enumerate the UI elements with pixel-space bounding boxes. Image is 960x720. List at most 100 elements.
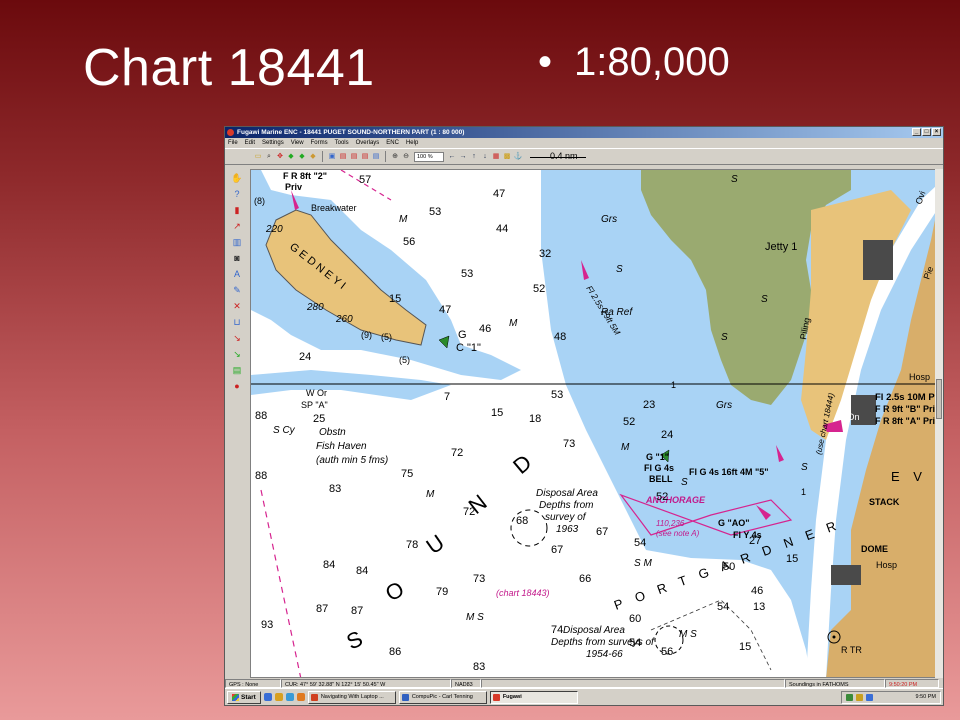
arrow-right-icon[interactable]: →: [458, 152, 468, 162]
window-titlebar[interactable]: Fugawi Marine ENC - 18441 PUGET SOUND-NO…: [225, 127, 943, 138]
menu-tools[interactable]: Tools: [335, 138, 349, 148]
colors-icon[interactable]: ●: [230, 379, 244, 393]
label-breakwater: Breakwater: [311, 203, 357, 213]
media-icon[interactable]: [296, 693, 305, 701]
zoom-in-icon[interactable]: ⊕: [390, 152, 400, 162]
depth-sounding: 73: [563, 438, 575, 450]
track-tool-icon[interactable]: ↘: [230, 347, 244, 361]
zoom-out-icon[interactable]: ⊖: [401, 152, 411, 162]
bullet-text: 1:80,000: [574, 40, 730, 84]
map-b-icon[interactable]: ▤: [349, 152, 359, 162]
label-disp1b: Depths from: [539, 500, 593, 511]
status-time: 9:50:20 PM: [885, 678, 939, 688]
node-icon[interactable]: ⊔: [230, 315, 244, 329]
chart-icon[interactable]: ▦: [491, 152, 501, 162]
label-g: G: [458, 329, 467, 341]
scroll-thumb[interactable]: [936, 379, 942, 419]
grid-icon[interactable]: ▩: [502, 152, 512, 162]
zoom-find-icon[interactable]: ⌕: [264, 152, 274, 162]
map-a-icon[interactable]: ▤: [338, 152, 348, 162]
depth-sounding: 50: [723, 561, 735, 573]
task-navigating[interactable]: Navigating With Laptop ...: [307, 690, 396, 704]
map-c-icon[interactable]: ▤: [360, 152, 370, 162]
map-d-icon[interactable]: ▤: [371, 152, 381, 162]
hand-pan-icon[interactable]: ✋: [230, 171, 244, 185]
depth-sounding: 75: [401, 468, 413, 480]
help-query-icon[interactable]: ?: [230, 187, 244, 201]
waypoint-icon[interactable]: ◆: [286, 152, 296, 162]
start-button[interactable]: Start: [227, 690, 261, 704]
arrow-left-icon[interactable]: ←: [447, 152, 457, 162]
pen-icon[interactable]: ✎: [230, 283, 244, 297]
text-tool-icon[interactable]: A: [230, 267, 244, 281]
depth-sounding: 72: [463, 506, 475, 518]
volume-icon[interactable]: [856, 694, 863, 701]
label-disp1: Disposal Area: [536, 488, 598, 499]
depth-sounding: 7: [444, 391, 450, 403]
menu-file[interactable]: File: [228, 138, 238, 148]
label-spa: SP "A": [301, 400, 328, 410]
label-hosp2: Hosp: [876, 560, 897, 570]
layer-tool-icon[interactable]: ▤: [230, 363, 244, 377]
move-icon[interactable]: ✥: [275, 152, 285, 162]
anchor-icon[interactable]: ⚓: [513, 152, 523, 162]
label-fr8ftB: F R 9ft "B" Priv: [875, 404, 936, 414]
zoom-select[interactable]: 100 %: [414, 151, 444, 162]
depth-sounding: 54: [629, 637, 641, 649]
task-compupic[interactable]: CompuPic - Carl Tenning: [398, 690, 487, 704]
label-oyao: G "AO": [718, 518, 750, 528]
label-s2: S: [616, 264, 623, 275]
mark-icon[interactable]: ▮: [230, 203, 244, 217]
label-flg4s: Fl G 4s 16ft 4M "5": [689, 467, 769, 477]
network-icon[interactable]: [846, 694, 853, 701]
measure-icon[interactable]: ▥: [230, 235, 244, 249]
fugawi-window: Fugawi Marine ENC - 18441 PUGET SOUND-NO…: [224, 126, 944, 706]
select-icon[interactable]: ✕: [230, 299, 244, 313]
task-fugawi[interactable]: Fugawi: [489, 690, 578, 704]
menu-forms[interactable]: Forms: [311, 138, 328, 148]
layers-icon[interactable]: ▣: [327, 152, 337, 162]
arrow-down-icon[interactable]: ↓: [480, 152, 490, 162]
label-m2: M: [509, 318, 518, 329]
depth-sounding: 53: [461, 268, 473, 280]
outlook-icon[interactable]: [274, 693, 283, 701]
minimize-button[interactable]: _: [912, 128, 921, 136]
label-g1bell1: G "1": [646, 452, 669, 462]
chart-svg: F R 8ft "2" Priv Breakwater 220 280 260 …: [251, 170, 936, 677]
arrow-up-icon[interactable]: ↑: [469, 152, 479, 162]
menu-enc[interactable]: ENC: [386, 138, 399, 148]
window-controls: _ □ ×: [912, 128, 941, 136]
menu-settings[interactable]: Settings: [262, 138, 284, 148]
menu-view[interactable]: View: [291, 138, 304, 148]
track-icon[interactable]: ◆: [308, 152, 318, 162]
clock[interactable]: 9:50 PM: [916, 694, 936, 700]
left-toolbar: ✋ ? ▮ ↗ ▥ ◙ A ✎ ✕ ⊔ ↘ ↘ ▤ ●: [226, 169, 248, 679]
depth-sounding: 52: [623, 416, 635, 428]
depth-sounding: 78: [406, 539, 418, 551]
menu-help[interactable]: Help: [406, 138, 418, 148]
desktop-icon[interactable]: [285, 693, 294, 701]
depth-sounding: 46: [751, 585, 763, 597]
island-small: [681, 224, 701, 236]
security-icon[interactable]: [866, 694, 873, 701]
route-tool-icon[interactable]: ↗: [230, 219, 244, 233]
depth-sounding: 47: [493, 188, 505, 200]
label-one: 1: [671, 380, 676, 390]
depth-sounding: 52: [533, 283, 545, 295]
route-icon[interactable]: ◆: [297, 152, 307, 162]
vertical-scrollbar[interactable]: [935, 169, 943, 678]
depth-sounding: 27: [749, 535, 761, 547]
menu-overlays[interactable]: Overlays: [356, 138, 380, 148]
nautical-chart[interactable]: F R 8ft "2" Priv Breakwater 220 280 260 …: [250, 169, 936, 678]
edit-route-icon[interactable]: ↘: [230, 331, 244, 345]
close-button[interactable]: ×: [932, 128, 941, 136]
camera-icon[interactable]: ◙: [230, 251, 244, 265]
elev-220: 220: [265, 224, 283, 235]
depth-sounding: 24: [661, 429, 673, 441]
open-folder-icon[interactable]: ▭: [253, 152, 263, 162]
depth-sounding: 83: [329, 483, 341, 495]
depth-sounding: 79: [436, 586, 448, 598]
menu-edit[interactable]: Edit: [245, 138, 255, 148]
maximize-button[interactable]: □: [922, 128, 931, 136]
ie-icon[interactable]: [263, 693, 272, 701]
